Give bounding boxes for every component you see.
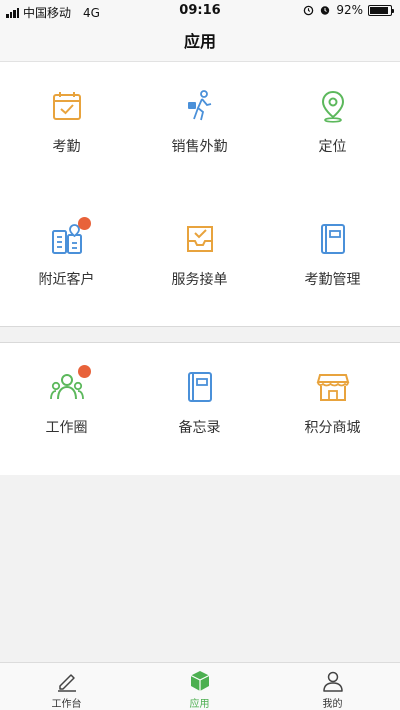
walking-person-icon xyxy=(187,90,211,121)
notification-badge xyxy=(77,365,91,378)
app-attendance[interactable]: 考勤 xyxy=(0,62,133,192)
app-label: 考勤管理 xyxy=(304,272,361,288)
app-label: 考勤 xyxy=(52,139,81,155)
nav-bar: 应用 xyxy=(0,22,400,62)
battery-fill xyxy=(370,6,389,14)
icon-wrap xyxy=(315,369,351,405)
page-title: 应用 xyxy=(183,32,216,51)
tab-label: 应用 xyxy=(189,699,210,710)
tab-workbench[interactable]: 工作台 xyxy=(0,663,133,710)
location-pin-icon xyxy=(321,90,344,123)
tab-me[interactable]: 我的 xyxy=(266,663,399,710)
app-nearby-customers[interactable]: 附近客户 xyxy=(0,195,133,325)
apps-secondary-section: 工作圈 备忘录 积分商城 xyxy=(0,342,400,475)
icon-wrap xyxy=(49,88,85,124)
app-sales-field[interactable]: 销售外勤 xyxy=(133,62,266,192)
app-points-mall[interactable]: 积分商城 xyxy=(266,343,399,473)
tab-label: 我的 xyxy=(322,699,343,710)
alarm-icon xyxy=(321,6,330,15)
app-label: 销售外勤 xyxy=(171,139,228,155)
app-location[interactable]: 定位 xyxy=(266,62,399,192)
pencil-icon xyxy=(57,674,76,692)
icon-wrap xyxy=(315,88,351,124)
app-service-orders[interactable]: 服务接单 xyxy=(133,195,266,325)
notebook-icon xyxy=(187,372,212,402)
app-label: 积分商城 xyxy=(304,420,361,436)
tab-label: 工作台 xyxy=(51,699,82,710)
battery-percent: 92% xyxy=(336,3,363,17)
notification-badge xyxy=(77,217,91,230)
storefront-icon xyxy=(316,374,349,401)
app-label: 定位 xyxy=(318,139,347,155)
status-right: 92% xyxy=(303,3,394,17)
app-label: 备忘录 xyxy=(178,420,221,436)
apps-main-section: 考勤 销售外勤 定位 附近客户 服务接单 考勤管理 xyxy=(0,62,400,327)
cube-icon xyxy=(190,671,209,691)
attendance-calendar-icon xyxy=(52,92,81,120)
battery-icon xyxy=(368,4,394,16)
app-memo[interactable]: 备忘录 xyxy=(133,343,266,473)
person-icon xyxy=(322,671,343,692)
icon-wrap xyxy=(182,88,218,124)
icon-wrap xyxy=(49,365,91,405)
screen-lock-icon xyxy=(304,5,314,15)
tab-bar: 工作台 应用 我的 xyxy=(0,662,400,710)
icon-wrap xyxy=(182,369,218,405)
app-attendance-management[interactable]: 考勤管理 xyxy=(266,195,399,325)
app-label: 工作圈 xyxy=(45,420,88,436)
app-work-circle[interactable]: 工作圈 xyxy=(0,343,133,473)
app-label: 附近客户 xyxy=(38,272,95,288)
app-label: 服务接单 xyxy=(171,272,228,288)
icon-wrap xyxy=(182,221,218,257)
status-bar: 中国移动 4G 09:16 92% xyxy=(0,0,400,22)
inbox-check-icon xyxy=(186,226,213,252)
icon-wrap xyxy=(49,217,91,257)
book-icon xyxy=(320,224,345,254)
icon-wrap xyxy=(315,221,351,257)
tab-apps[interactable]: 应用 xyxy=(133,663,266,710)
